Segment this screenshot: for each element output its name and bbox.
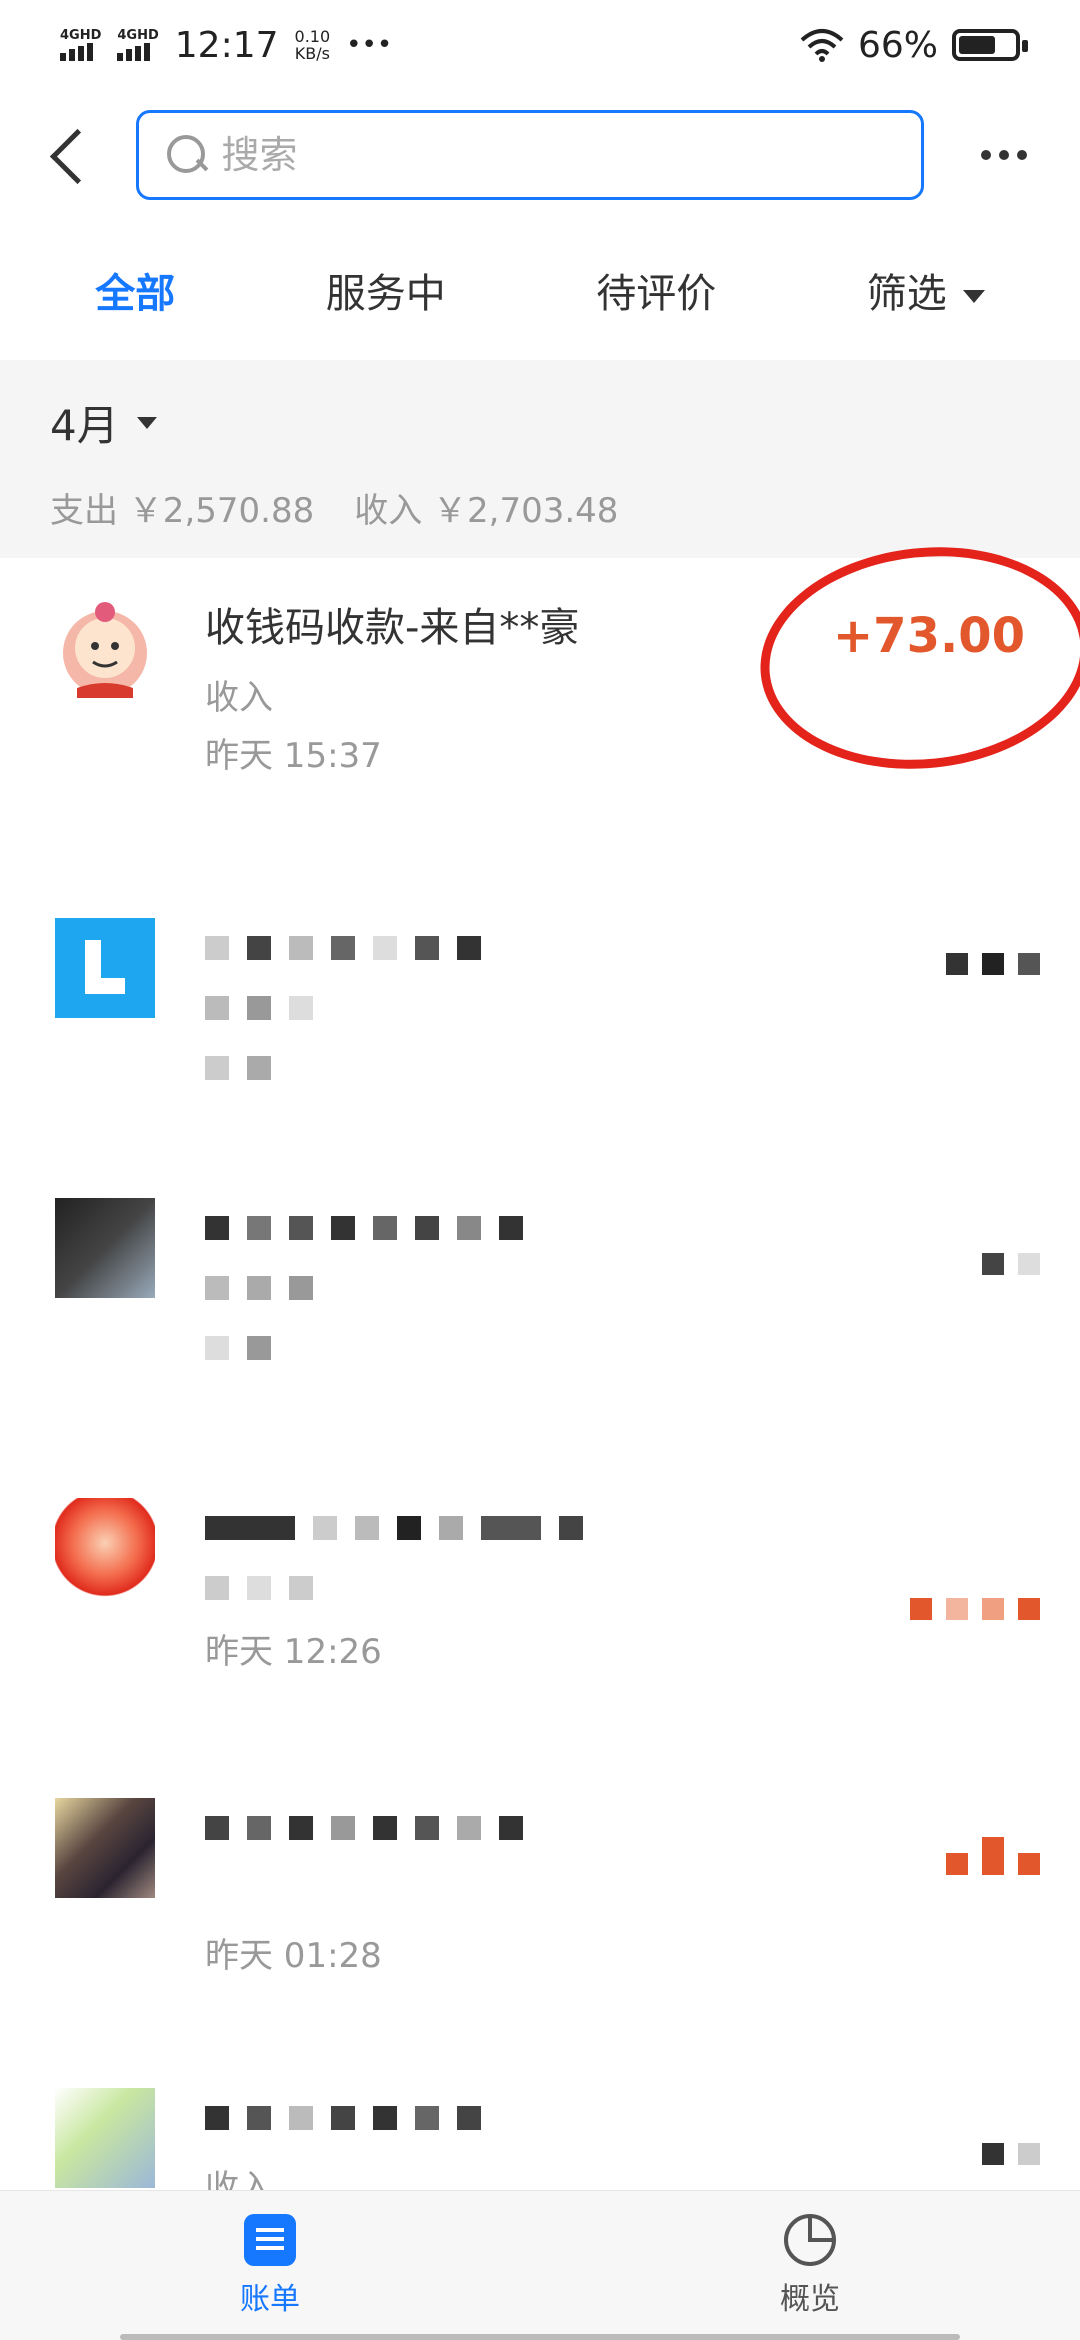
month-totals: 支出 ￥2,570.88 收入 ￥2,703.48	[50, 483, 1030, 532]
transaction-content: 收入	[205, 2088, 1040, 2208]
pie-chart-icon	[784, 2213, 836, 2266]
nav-bill[interactable]: 账单	[240, 2213, 300, 2318]
transaction-time: 昨天 01:28	[205, 1936, 382, 1976]
top-bar	[0, 90, 1080, 220]
transaction-content	[205, 1198, 1040, 1458]
transaction-time: 昨天 12:26	[205, 1632, 382, 1672]
bottom-nav: 账单 概览	[0, 2190, 1080, 2340]
transaction-row[interactable]: 昨天 01:28	[0, 1758, 1080, 2048]
wifi-icon	[800, 29, 844, 62]
blurred-amount	[946, 1837, 1040, 1875]
avatar	[55, 2088, 155, 2188]
tab-to-review[interactable]: 待评价	[596, 261, 716, 319]
network-speed-value: 0.10	[294, 27, 331, 46]
transaction-row[interactable]: 收入	[0, 2048, 1080, 2208]
blurred-title	[205, 1198, 1040, 1258]
transaction-type	[205, 1870, 1040, 1922]
bill-icon	[244, 2213, 296, 2266]
blurred-amount	[982, 2143, 1040, 2165]
blurred-time	[205, 1318, 1040, 1378]
month-label: 4月	[50, 401, 119, 450]
nav-overview[interactable]: 概览	[780, 2213, 840, 2318]
status-left: 4GHD 4GHD 12:17 0.10 KB/s •••	[60, 25, 392, 66]
blurred-time	[205, 1038, 1040, 1098]
home-indicator	[120, 2334, 960, 2340]
blurred-title	[205, 1498, 1040, 1558]
battery-icon	[952, 29, 1028, 61]
signal-bars-icon	[60, 43, 93, 61]
blurred-subtitle	[205, 1258, 1040, 1318]
caret-down-icon	[136, 416, 157, 429]
signal-indicator-1: 4GHD	[60, 29, 101, 61]
blurred-amount	[910, 1598, 1040, 1620]
month-summary: 4月 支出 ￥2,570.88 收入 ￥2,703.48	[0, 360, 1080, 558]
expense-total: 支出 ￥2,570.88	[50, 491, 315, 531]
nav-overview-label: 概览	[780, 2281, 840, 2317]
back-arrow-icon[interactable]	[36, 115, 96, 195]
transaction-content: 昨天 01:28	[205, 1798, 1040, 2048]
status-bar: 4GHD 4GHD 12:17 0.10 KB/s ••• 66%	[0, 0, 1080, 90]
tab-filter-label: 筛选	[866, 271, 947, 317]
transaction-content	[205, 918, 1040, 1158]
network-speed-unit: KB/s	[294, 44, 330, 63]
avatar	[55, 1798, 155, 1898]
filter-tabs: 全部 服务中 待评价 筛选	[0, 220, 1080, 360]
signal-indicator-2: 4GHD	[117, 28, 159, 61]
month-selector[interactable]: 4月	[50, 392, 1030, 453]
avatar	[55, 1198, 155, 1298]
avatar	[55, 918, 155, 1018]
network-type-2: 4GHD	[117, 28, 159, 43]
income-total: 收入 ￥2,703.48	[354, 491, 619, 531]
avatar	[55, 1498, 155, 1598]
blurred-subtitle	[205, 978, 1040, 1038]
search-box[interactable]	[136, 110, 924, 200]
transaction-row[interactable]	[0, 1158, 1080, 1458]
more-options-icon[interactable]	[964, 115, 1044, 195]
avatar	[55, 598, 155, 698]
blurred-title	[205, 1798, 1040, 1858]
blurred-title	[205, 918, 1040, 978]
transaction-content: 昨天 12:26	[205, 1498, 1040, 1758]
blurred-title	[205, 2088, 1040, 2148]
transaction-row[interactable]	[0, 858, 1080, 1158]
network-type-1: 4GHD	[60, 28, 102, 43]
more-notifications-icon: •••	[346, 30, 393, 60]
status-right: 66%	[800, 24, 1028, 66]
tab-all[interactable]: 全部	[95, 261, 175, 319]
nav-bill-label: 账单	[240, 2281, 300, 2317]
transaction-row[interactable]: 收钱码收款-来自**豪 收入 昨天 15:37 +73.00	[0, 531, 1080, 858]
blurred-amount	[946, 953, 1040, 975]
battery-percent: 66%	[857, 24, 938, 66]
clock: 12:17	[174, 24, 279, 66]
transaction-row[interactable]: 昨天 12:26	[0, 1458, 1080, 1758]
tab-filter[interactable]: 筛选	[867, 261, 985, 319]
search-input[interactable]	[221, 133, 897, 177]
transaction-list: 收钱码收款-来自**豪 收入 昨天 15:37 +73.00 昨天 12:26 …	[0, 531, 1080, 2208]
tab-in-service[interactable]: 服务中	[326, 261, 446, 319]
search-icon	[163, 133, 205, 177]
signal-bars-icon	[117, 43, 151, 61]
network-speed: 0.10 KB/s	[295, 28, 331, 62]
caret-down-icon	[962, 289, 985, 303]
blurred-amount	[982, 1253, 1040, 1275]
